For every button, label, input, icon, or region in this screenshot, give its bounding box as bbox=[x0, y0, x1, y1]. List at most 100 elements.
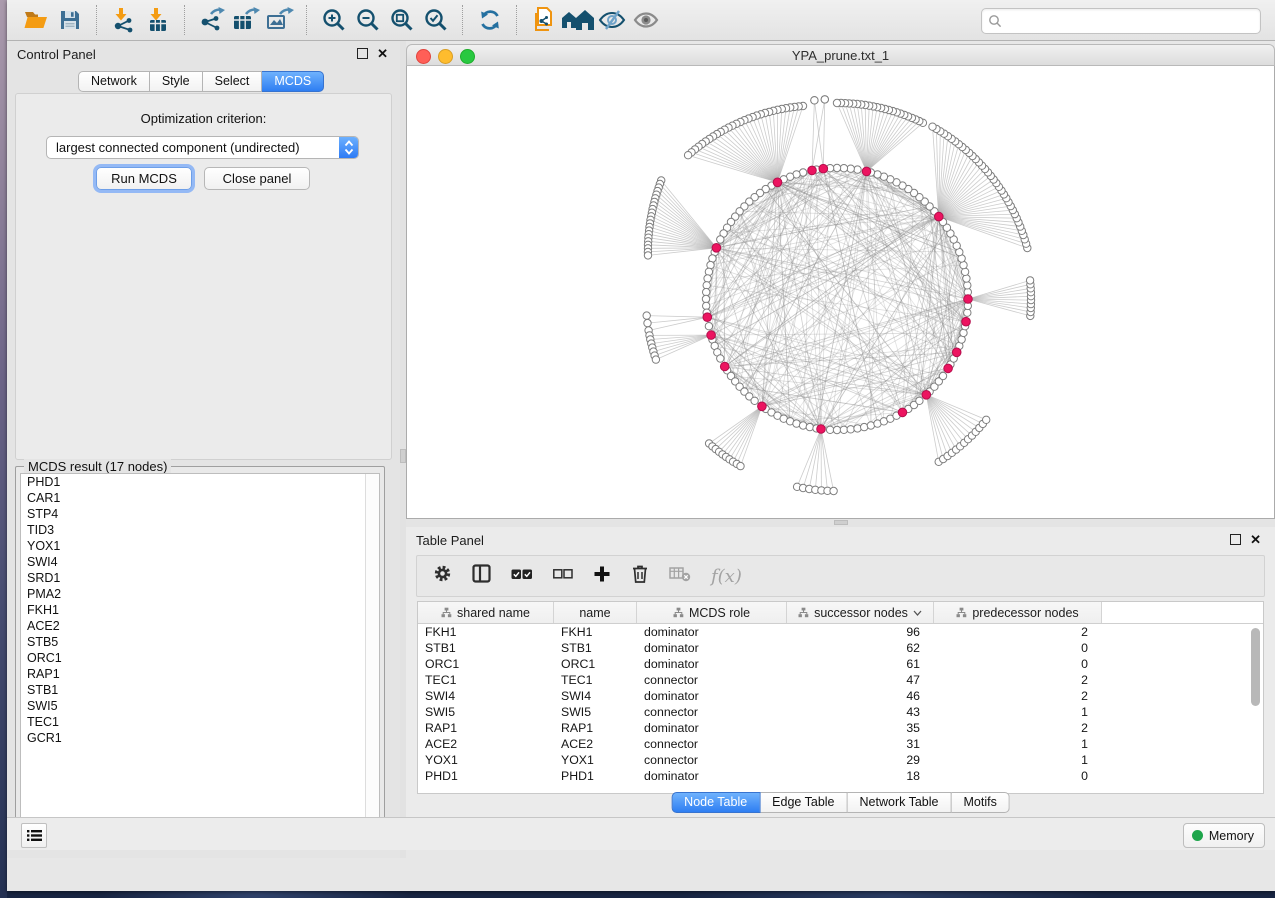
node-table: shared namenameMCDS rolesuccessor nodesp… bbox=[417, 601, 1264, 794]
copy-network-icon[interactable] bbox=[527, 4, 561, 36]
task-history-button[interactable] bbox=[21, 823, 47, 848]
tab-select[interactable]: Select bbox=[203, 71, 263, 92]
close-panel-button[interactable]: Close panel bbox=[204, 167, 310, 190]
column-header-mcds-role[interactable]: MCDS role bbox=[637, 602, 787, 623]
table-scrollbar[interactable] bbox=[1250, 625, 1261, 791]
table-row[interactable]: YOX1YOX1connector291 bbox=[418, 752, 1263, 768]
table-cell: 35 bbox=[787, 720, 934, 736]
splitter-grip[interactable] bbox=[834, 520, 848, 525]
refresh-icon[interactable] bbox=[473, 4, 507, 36]
network-title: YPA_prune.txt_1 bbox=[407, 48, 1274, 63]
table-row[interactable]: ACE2ACE2connector311 bbox=[418, 736, 1263, 752]
hide-selected-eye-icon[interactable] bbox=[595, 4, 629, 36]
table-cell: FKH1 bbox=[554, 624, 637, 640]
mcds-result-item[interactable]: RAP1 bbox=[21, 666, 379, 682]
column-header-predecessor-nodes[interactable]: predecessor nodes bbox=[934, 602, 1102, 623]
tab-edge-table[interactable]: Edge Table bbox=[760, 792, 847, 813]
delete-table-icon bbox=[669, 565, 691, 587]
select-all-icon[interactable] bbox=[511, 567, 533, 586]
run-mcds-button[interactable]: Run MCDS bbox=[96, 167, 192, 190]
mcds-result-item[interactable]: ACE2 bbox=[21, 618, 379, 634]
scrollbar-thumb[interactable] bbox=[1251, 628, 1260, 706]
table-row[interactable]: PHD1PHD1dominator180 bbox=[418, 768, 1263, 784]
table-settings-gear-icon[interactable] bbox=[433, 564, 452, 588]
show-columns-icon[interactable] bbox=[472, 564, 491, 588]
table-cell: 1 bbox=[934, 704, 1102, 720]
mcds-result-item[interactable]: SWI5 bbox=[21, 698, 379, 714]
table-row[interactable]: SWI5SWI5connector431 bbox=[418, 704, 1263, 720]
deselect-all-icon[interactable] bbox=[553, 567, 573, 585]
table-cell: RAP1 bbox=[554, 720, 637, 736]
mcds-result-item[interactable]: YOX1 bbox=[21, 538, 379, 554]
mcds-result-item[interactable]: FKH1 bbox=[21, 602, 379, 618]
delete-column-trash-icon[interactable] bbox=[631, 564, 649, 589]
criterion-dropdown[interactable]: largest connected component (undirected) bbox=[46, 136, 359, 159]
table-cell: RAP1 bbox=[418, 720, 554, 736]
table-row[interactable]: RAP1RAP1dominator352 bbox=[418, 720, 1263, 736]
mcds-result-item[interactable]: STB5 bbox=[21, 634, 379, 650]
open-file-icon[interactable] bbox=[19, 4, 53, 36]
mcds-result-item[interactable]: GCR1 bbox=[21, 730, 379, 746]
table-row[interactable]: FKH1FKH1dominator962 bbox=[418, 624, 1263, 640]
mcds-result-list[interactable]: PHD1CAR1STP4TID3YOX1SWI4SRD1PMA2FKH1ACE2… bbox=[20, 473, 380, 834]
list-scrollbar[interactable] bbox=[365, 474, 379, 833]
tab-mcds[interactable]: MCDS bbox=[262, 71, 324, 92]
horizontal-splitter[interactable] bbox=[406, 519, 1275, 527]
mcds-result-item[interactable]: TEC1 bbox=[21, 714, 379, 730]
zoom-selected-icon[interactable] bbox=[419, 4, 453, 36]
table-cell: dominator bbox=[637, 688, 787, 704]
export-table-icon[interactable] bbox=[229, 4, 263, 36]
network-canvas[interactable] bbox=[406, 66, 1275, 519]
column-header-successor-nodes[interactable]: successor nodes bbox=[787, 602, 934, 623]
network-titlebar[interactable]: YPA_prune.txt_1 bbox=[406, 44, 1275, 66]
save-session-icon[interactable] bbox=[53, 4, 87, 36]
export-image-icon[interactable] bbox=[263, 4, 297, 36]
zoom-out-icon[interactable] bbox=[351, 4, 385, 36]
table-row[interactable]: STB1STB1dominator620 bbox=[418, 640, 1263, 656]
import-network-icon[interactable] bbox=[107, 4, 141, 36]
tab-node-table[interactable]: Node Table bbox=[671, 792, 760, 813]
list-icon bbox=[27, 829, 42, 842]
memory-button[interactable]: Memory bbox=[1183, 823, 1265, 848]
mcds-result-item[interactable]: SRD1 bbox=[21, 570, 379, 586]
show-selected-eye-icon[interactable] bbox=[629, 4, 663, 36]
zoom-fit-icon[interactable] bbox=[385, 4, 419, 36]
table-cell: PHD1 bbox=[418, 768, 554, 784]
search-input[interactable] bbox=[1006, 11, 1260, 31]
float-panel-icon[interactable] bbox=[357, 48, 368, 59]
export-network-icon[interactable] bbox=[195, 4, 229, 36]
close-panel-icon[interactable]: ✕ bbox=[377, 48, 388, 59]
mcds-result-item[interactable]: SWI4 bbox=[21, 554, 379, 570]
control-panel-tabbar: NetworkStyleSelectMCDS bbox=[78, 71, 324, 92]
tab-motifs[interactable]: Motifs bbox=[951, 792, 1009, 813]
table-row[interactable]: ORC1ORC1dominator610 bbox=[418, 656, 1263, 672]
network-graph[interactable] bbox=[407, 66, 1274, 518]
function-builder-icon: f(x) bbox=[711, 566, 742, 587]
import-table-icon[interactable] bbox=[141, 4, 175, 36]
add-column-icon[interactable] bbox=[593, 565, 611, 588]
table-cell: dominator bbox=[637, 640, 787, 656]
mcds-result-item[interactable]: CAR1 bbox=[21, 490, 379, 506]
mcds-result-item[interactable]: ORC1 bbox=[21, 650, 379, 666]
network-view-frame: YPA_prune.txt_1 bbox=[406, 41, 1275, 519]
app-window: Control Panel ✕ NetworkStyleSelectMCDS O… bbox=[7, 0, 1275, 891]
mcds-result-item[interactable]: STB1 bbox=[21, 682, 379, 698]
table-cell: dominator bbox=[637, 768, 787, 784]
show-all-houses-icon[interactable] bbox=[561, 4, 595, 36]
zoom-in-icon[interactable] bbox=[317, 4, 351, 36]
tab-network[interactable]: Network bbox=[78, 71, 150, 92]
memory-status-dot bbox=[1192, 830, 1203, 841]
close-panel-icon[interactable]: ✕ bbox=[1250, 534, 1261, 545]
tab-network-table[interactable]: Network Table bbox=[848, 792, 952, 813]
column-header-name[interactable]: name bbox=[554, 602, 637, 623]
table-row[interactable]: SWI4SWI4dominator462 bbox=[418, 688, 1263, 704]
float-panel-icon[interactable] bbox=[1230, 534, 1241, 545]
column-header-shared-name[interactable]: shared name bbox=[418, 602, 554, 623]
mcds-result-item[interactable]: PHD1 bbox=[21, 474, 379, 490]
mcds-result-item[interactable]: STP4 bbox=[21, 506, 379, 522]
table-row[interactable]: TEC1TEC1connector472 bbox=[418, 672, 1263, 688]
table-cell: 1 bbox=[934, 752, 1102, 768]
mcds-result-item[interactable]: PMA2 bbox=[21, 586, 379, 602]
tab-style[interactable]: Style bbox=[150, 71, 203, 92]
mcds-result-item[interactable]: TID3 bbox=[21, 522, 379, 538]
